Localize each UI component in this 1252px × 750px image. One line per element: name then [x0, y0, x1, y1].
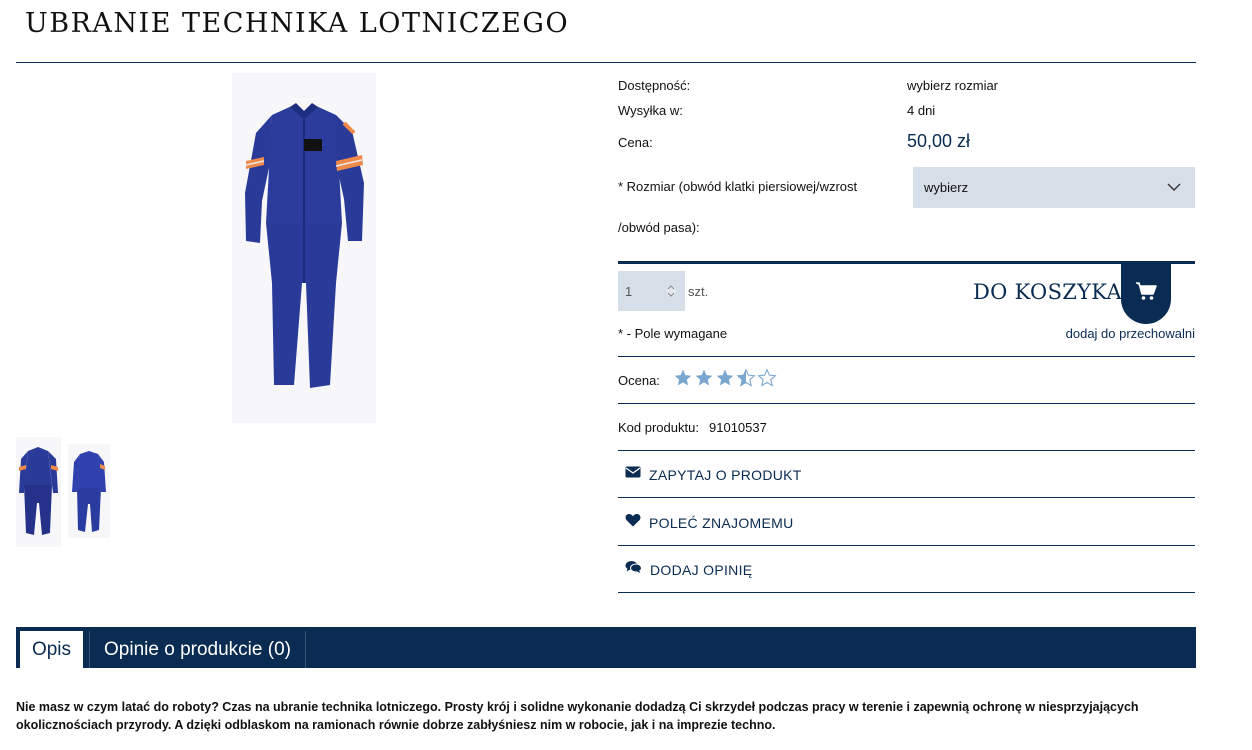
- recommend-button[interactable]: POLEĆ ZNAJOMEMU: [625, 513, 794, 532]
- product-thumbnail-2[interactable]: [68, 444, 110, 538]
- rating-label: Ocena:: [618, 373, 660, 388]
- star-full-icon[interactable]: [694, 368, 714, 393]
- price-value: 50,00 zł: [907, 131, 971, 151]
- add-review-button[interactable]: DODAJ OPINIĘ: [625, 560, 752, 579]
- tab-reviews[interactable]: Opinie o produkcie (0): [89, 631, 306, 668]
- rating-stars[interactable]: [673, 368, 777, 393]
- availability-value: wybierz rozmiar: [907, 78, 999, 93]
- product-description: Nie masz w czym latać do roboty? Czas na…: [16, 700, 1139, 732]
- quantity-input[interactable]: 1: [618, 271, 685, 311]
- availability-label: Dostępność:: [618, 78, 691, 93]
- quantity-value: 1: [625, 283, 633, 299]
- add-to-cart-button[interactable]: [1121, 263, 1171, 324]
- heart-icon: [625, 513, 641, 532]
- divider: [618, 545, 1195, 546]
- divider: [618, 450, 1195, 451]
- divider: [618, 356, 1195, 357]
- title-divider: [16, 62, 1196, 63]
- envelope-icon: [625, 465, 641, 484]
- product-main-image[interactable]: [232, 73, 376, 423]
- quantity-unit: szt.: [688, 284, 709, 299]
- quantity-stepper-icon[interactable]: [666, 282, 676, 303]
- star-empty-icon[interactable]: [757, 368, 777, 393]
- size-select-value: wybierz: [924, 180, 969, 195]
- star-half-icon[interactable]: [736, 368, 756, 393]
- divider: [618, 403, 1195, 404]
- required-fields-note: * - Pole wymagane: [618, 326, 728, 341]
- divider: [618, 497, 1195, 498]
- size-label: * Rozmiar (obwód klatki piersiowej/wzros…: [618, 179, 858, 235]
- recommend-label: POLEĆ ZNAJOMEMU: [649, 514, 794, 531]
- comments-icon: [625, 560, 642, 579]
- cart-divider: [618, 261, 1195, 264]
- chevron-down-icon: [1167, 180, 1181, 197]
- price-label: Cena:: [618, 135, 653, 150]
- star-full-icon[interactable]: [673, 368, 693, 393]
- page-title: UBRANIE TECHNIKA LOTNICZEGO: [25, 8, 570, 39]
- product-thumbnail-1[interactable]: [16, 437, 61, 547]
- add-to-cart-label[interactable]: DO KOSZYKA: [973, 280, 1122, 304]
- size-select[interactable]: wybierz: [913, 167, 1195, 208]
- shipping-label: Wysyłka w:: [618, 103, 683, 118]
- ask-about-product-label: ZAPYTAJ O PRODUKT: [649, 466, 802, 483]
- ask-about-product-button[interactable]: ZAPYTAJ O PRODUKT: [625, 465, 802, 484]
- add-review-label: DODAJ OPINIĘ: [650, 561, 753, 578]
- star-full-icon[interactable]: [715, 368, 735, 393]
- product-code-value: 91010537: [709, 420, 767, 435]
- cart-icon: [1135, 281, 1157, 306]
- add-to-wishlist-link[interactable]: dodaj do przechowalni: [1066, 326, 1195, 341]
- shipping-value: 4 dni: [907, 103, 936, 118]
- product-code-label: Kod produktu:: [618, 420, 699, 435]
- tab-description[interactable]: Opis: [20, 631, 83, 668]
- divider: [618, 592, 1195, 593]
